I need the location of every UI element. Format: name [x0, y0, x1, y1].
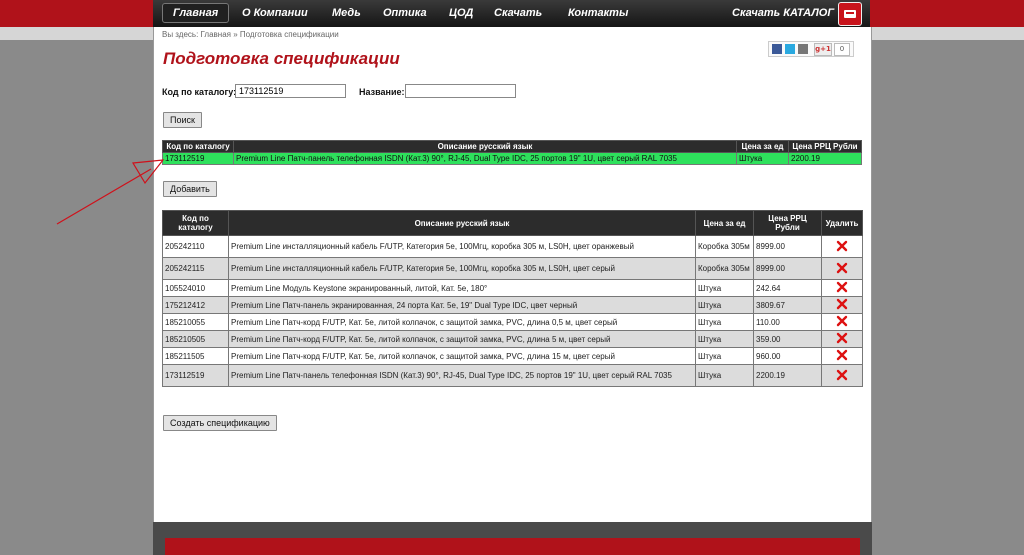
footer [153, 522, 872, 555]
delete-cell [821, 279, 863, 297]
nav-item-home[interactable]: Главная [162, 3, 230, 23]
spec-description: Premium Line Патч-панель экранированная,… [228, 296, 696, 314]
spec-header-delete: Удалить [821, 210, 863, 236]
share-count: 0 [834, 43, 850, 56]
google-plus-button[interactable]: g+1 [814, 43, 832, 56]
delete-icon[interactable] [836, 262, 848, 274]
delete-icon[interactable] [836, 298, 848, 310]
delete-cell [821, 313, 863, 331]
name-label: Название: [359, 87, 405, 97]
spec-price: 8999.00 [753, 235, 822, 258]
name-input[interactable] [405, 84, 516, 98]
delete-icon[interactable] [836, 349, 848, 361]
spec-description: Premium Line Модуль Keystone экранирован… [228, 279, 696, 297]
page-title: Подготовка спецификации [163, 49, 400, 68]
spec-unit: Коробка 305м [695, 257, 754, 280]
delete-cell [821, 364, 863, 387]
facebook-icon[interactable] [772, 44, 782, 54]
spec-unit: Штука [695, 364, 754, 387]
spec-description: Premium Line инсталляционный кабель F/UT… [228, 235, 696, 258]
nav-item-about[interactable]: О Компании [242, 4, 308, 22]
result-header-price: Цена РРЦ Рубли [788, 140, 862, 153]
spec-header-price: Цена РРЦ Рубли [753, 210, 822, 236]
spec-description: Premium Line Патч-панель телефонная ISDN… [228, 364, 696, 387]
spec-code: 105524010 [162, 279, 229, 297]
content-panel: Вы здесь: Главная » Подготовка специфика… [153, 27, 872, 522]
breadcrumb: Вы здесь: Главная » Подготовка специфика… [162, 30, 339, 39]
annotation-arrow [56, 159, 165, 225]
specification-table: Код по каталогу Описание русский язык Це… [162, 210, 863, 387]
spec-price: 3809.67 [753, 296, 822, 314]
delete-cell [821, 235, 863, 258]
email-icon[interactable] [798, 44, 808, 54]
result-header-code: Код по каталогу [162, 140, 234, 153]
spec-code: 205242115 [162, 257, 229, 280]
spec-code: 185210505 [162, 330, 229, 348]
spec-header-description: Описание русский язык [228, 210, 696, 236]
spec-unit: Штука [695, 313, 754, 331]
spec-code: 185211505 [162, 347, 229, 365]
result-header-description: Описание русский язык [233, 140, 737, 153]
spec-description: Premium Line Патч-корд F/UTP, Кат. 5е, л… [228, 347, 696, 365]
spec-unit: Штука [695, 347, 754, 365]
spec-price: 960.00 [753, 347, 822, 365]
code-input[interactable] [235, 84, 346, 98]
spec-unit: Коробка 305м [695, 235, 754, 258]
nav-item-copper[interactable]: Медь [332, 4, 361, 22]
delete-icon[interactable] [836, 315, 848, 327]
nav-item-download[interactable]: Скачать [494, 4, 542, 22]
search-results-table: Код по каталогу Описание русский язык Це… [162, 140, 862, 165]
spec-price: 359.00 [753, 330, 822, 348]
twitter-icon[interactable] [785, 44, 795, 54]
result-row[interactable]: 173112519 Premium Line Патч-панель телеф… [162, 152, 862, 165]
spec-price: 2200.19 [753, 364, 822, 387]
spec-code: 173112519 [162, 364, 229, 387]
code-label: Код по каталогу: [162, 87, 237, 97]
spec-row: 185210055 Premium Line Патч-корд F/UTP, … [162, 313, 863, 331]
spec-unit: Штука [695, 279, 754, 297]
delete-icon[interactable] [836, 369, 848, 381]
spec-header-unit: Цена за ед [695, 210, 754, 236]
catalog-download-icon[interactable] [838, 2, 862, 26]
spec-price: 8999.00 [753, 257, 822, 280]
delete-icon[interactable] [836, 281, 848, 293]
spec-code: 175212412 [162, 296, 229, 314]
spec-code: 185210055 [162, 313, 229, 331]
nav-item-datacenter[interactable]: ЦОД [449, 4, 473, 22]
spec-description: Premium Line инсталляционный кабель F/UT… [228, 257, 696, 280]
spec-price: 242.64 [753, 279, 822, 297]
delete-cell [821, 296, 863, 314]
spec-description: Premium Line Патч-корд F/UTP, Кат. 5е, л… [228, 330, 696, 348]
search-button[interactable]: Поиск [163, 112, 202, 128]
delete-icon[interactable] [836, 240, 848, 252]
result-unit: Штука [736, 152, 789, 165]
spec-code: 205242110 [162, 235, 229, 258]
spec-unit: Штука [695, 330, 754, 348]
spec-row: 205242110 Premium Line инсталляционный к… [162, 235, 863, 258]
spec-price: 110.00 [753, 313, 822, 331]
spec-unit: Штука [695, 296, 754, 314]
spec-description: Premium Line Патч-корд F/UTP, Кат. 5е, л… [228, 313, 696, 331]
footer-red-strip [165, 538, 860, 555]
nav-item-contacts[interactable]: Контакты [568, 4, 628, 22]
create-specification-button[interactable]: Создать спецификацию [163, 415, 277, 431]
delete-icon[interactable] [836, 332, 848, 344]
nav-item-optics[interactable]: Оптика [383, 4, 427, 22]
download-catalog-link[interactable]: Скачать КАТАЛОГ [732, 4, 834, 22]
delete-cell [821, 257, 863, 280]
spec-row: 185210505 Premium Line Патч-корд F/UTP, … [162, 330, 863, 348]
spec-row: 205242115 Premium Line инсталляционный к… [162, 257, 863, 280]
spec-row: 185211505 Premium Line Патч-корд F/UTP, … [162, 347, 863, 365]
spec-row: 173112519 Premium Line Патч-панель телеф… [162, 364, 863, 387]
spec-row: 175212412 Premium Line Патч-панель экран… [162, 296, 863, 314]
share-bar: g+1 0 [768, 41, 854, 57]
result-price: 2200.19 [788, 152, 862, 165]
delete-cell [821, 347, 863, 365]
result-header-row: Код по каталогу Описание русский язык Це… [162, 140, 862, 153]
spec-header-row: Код по каталогу Описание русский язык Це… [162, 210, 863, 236]
result-description: Premium Line Патч-панель телефонная ISDN… [233, 152, 737, 165]
result-header-unit: Цена за ед [736, 140, 789, 153]
spec-row: 105524010 Premium Line Модуль Keystone э… [162, 279, 863, 297]
delete-cell [821, 330, 863, 348]
